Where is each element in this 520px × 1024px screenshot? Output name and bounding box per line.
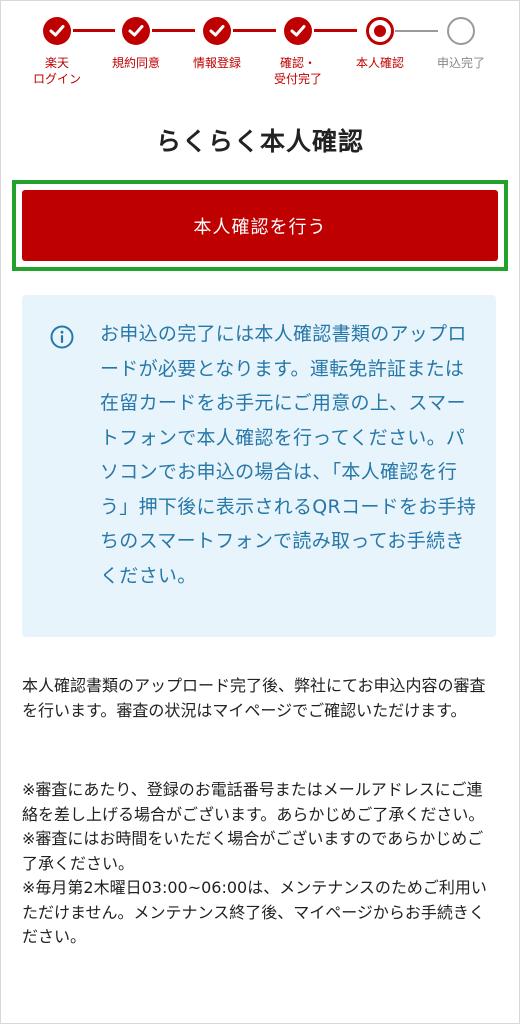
step-connector — [73, 29, 115, 32]
page-title: らくらく本人確認 — [155, 127, 364, 156]
step-label: 申込完了 — [436, 56, 485, 70]
step-label: 楽天 ログイン — [32, 56, 81, 86]
info-notice-text: お申込の完了には本人確認書類のアップロードが必要となります。運転免許証または在留… — [100, 323, 477, 587]
verify-identity-button[interactable]: 本人確認を行う — [22, 190, 498, 261]
note-item: ※審査にあたり、登録のお電話番号またはメールアドレスにご連絡を差し上げる場合がご… — [22, 780, 485, 824]
step-connector — [233, 29, 276, 32]
check-icon — [43, 17, 71, 45]
current-step-icon — [366, 17, 394, 45]
progress-stepper: 楽天 ログイン 規約同意 情報登録 確認・ 受付完了 本人確認 申込完了 — [0, 0, 520, 100]
check-icon — [122, 17, 150, 45]
step-connector-pending — [395, 30, 438, 32]
step-connector — [152, 29, 195, 32]
info-circle-icon — [50, 325, 74, 349]
note-item: ※毎月第2木曜日03:00~06:00は、メンテナンスのためご利用いただけません… — [22, 878, 487, 946]
check-icon — [203, 17, 231, 45]
review-description: 本人確認書類のアップロード完了後、弊社にてお申込内容の審査を行います。審査の状況… — [22, 676, 486, 720]
info-notice: お申込の完了には本人確認書類のアップロードが必要となります。運転免許証または在留… — [22, 295, 496, 637]
notes-list: ※審査にあたり、登録のお電話番号またはメールアドレスにご連絡を差し上げる場合がご… — [22, 778, 498, 950]
step-label: 規約同意 — [111, 56, 160, 70]
check-icon — [284, 17, 312, 45]
note-item: ※審査にはお時間をいただく場合がございますのであらかじめご了承ください。 — [22, 829, 484, 873]
cta-highlight: 本人確認を行う — [12, 180, 508, 271]
step-label: 本人確認 — [355, 56, 404, 70]
step-connector — [314, 29, 357, 32]
step-label: 情報登録 — [192, 56, 241, 70]
empty-circle-icon — [447, 17, 475, 45]
step-label: 確認・ 受付完了 — [273, 56, 322, 86]
